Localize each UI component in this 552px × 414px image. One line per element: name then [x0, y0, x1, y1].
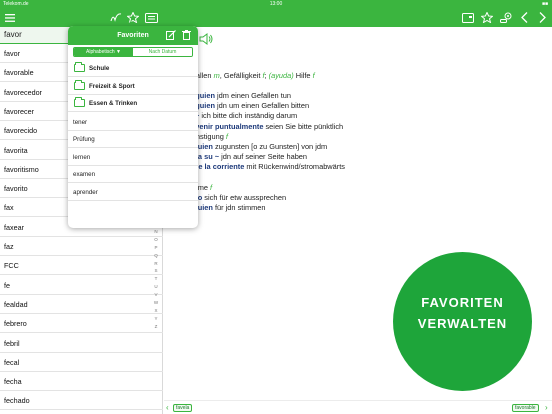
- alphabet-index-letter[interactable]: S: [152, 267, 160, 275]
- translation-text: zugunsten [o zu Gunsten] von jdm: [212, 142, 328, 151]
- settings-icon[interactable]: [499, 11, 513, 24]
- window-icon[interactable]: [461, 11, 475, 24]
- word-list-item[interactable]: faz: [0, 237, 163, 256]
- translation-text: für jdn stimmen: [212, 203, 266, 212]
- sort-segmented-control: Alphabetisch ▼ Nach Datum: [73, 47, 193, 57]
- search-input-value: favor: [4, 30, 22, 39]
- trash-icon[interactable]: [181, 29, 192, 41]
- alphabet-index-letter[interactable]: N: [152, 228, 160, 236]
- favorite-word-item[interactable]: tener: [68, 114, 198, 131]
- favorite-word-label: lernen: [73, 153, 91, 161]
- folder-label: Freizeit & Sport: [89, 82, 135, 90]
- star-outline-icon[interactable]: [480, 11, 494, 24]
- grammar-tag: f: [210, 183, 213, 192]
- favorites-folder[interactable]: Schule: [68, 60, 198, 77]
- usage-label: (ayuda): [268, 71, 294, 80]
- cta-line-1: FAVORITEN: [421, 295, 504, 310]
- alphabet-index[interactable]: MNOPQRSTUVWXYZ: [152, 220, 160, 331]
- favorite-word-label: Prüfung: [73, 136, 95, 144]
- translation-text: sich für etw aussprechen: [202, 193, 287, 202]
- translation-text: jdn um einen Gefallen bitten: [214, 101, 310, 110]
- translation-text: jdn auf seiner Seite haben: [219, 152, 308, 161]
- favorite-word-item[interactable]: lernen: [68, 149, 198, 166]
- translation-text: , Gefälligkeit: [219, 71, 263, 80]
- back-icon[interactable]: [519, 11, 529, 24]
- menu-icon[interactable]: [4, 11, 16, 24]
- bottom-navigation: ‹ favela favorable ›: [164, 400, 552, 414]
- alphabet-index-letter[interactable]: U: [152, 283, 160, 291]
- alphabet-index-letter[interactable]: O: [152, 236, 160, 244]
- word-list-item[interactable]: fecha: [0, 372, 163, 392]
- alphabet-index-letter[interactable]: Y: [152, 315, 160, 323]
- previous-entry-button[interactable]: favela: [173, 404, 193, 412]
- handwriting-icon[interactable]: [109, 11, 123, 24]
- favorites-folder[interactable]: Freizeit & Sport: [68, 78, 198, 95]
- favorite-word-label: aprender: [73, 188, 98, 196]
- popover-header: Favoriten: [68, 26, 198, 45]
- keyboard-icon[interactable]: [144, 11, 159, 24]
- clock: 13:00: [269, 1, 283, 7]
- status-bar: Telekom.de 13:00 ■■: [0, 0, 552, 8]
- favorite-word-item[interactable]: Prüfung: [68, 131, 198, 149]
- alphabet-index-letter[interactable]: P: [152, 244, 160, 252]
- sort-alphabetical-button[interactable]: Alphabetisch ▼: [74, 48, 133, 56]
- favorites-popover: Favoriten Alphabetisch ▼ Nach Datum Schu…: [68, 26, 198, 228]
- folder-icon: [74, 79, 85, 90]
- cta-line-2: VERWALTEN: [417, 316, 508, 331]
- chevron-right-icon[interactable]: ›: [545, 403, 548, 412]
- folder-icon: [74, 62, 85, 72]
- app-window: Telekom.de 13:00 ■■ favor favor favorabl…: [0, 0, 552, 414]
- translation-text: jdm einen Gefallen tun: [214, 91, 291, 100]
- folder-label: Essen & Trinken: [89, 100, 138, 107]
- edit-icon[interactable]: [165, 29, 176, 41]
- word-list-item[interactable]: FCC: [0, 256, 163, 276]
- alphabet-index-letter[interactable]: R: [152, 260, 160, 268]
- forward-icon[interactable]: [537, 11, 547, 24]
- alphabet-index-letter[interactable]: Z: [152, 323, 160, 331]
- favorite-word-label: tener: [73, 118, 88, 126]
- folder-icon: [74, 97, 85, 107]
- alphabet-index-letter[interactable]: T: [152, 275, 160, 283]
- alphabet-index-letter[interactable]: X: [152, 307, 160, 315]
- folder-label: Schule: [89, 65, 110, 72]
- translation-text: ich bitte dich inständig darum: [199, 111, 298, 120]
- favorite-word-item[interactable]: aprender: [68, 184, 198, 201]
- popover-title: Favoriten: [117, 32, 149, 39]
- word-list-item[interactable]: fealdad: [0, 295, 163, 314]
- translation-text: Hilfe: [293, 71, 313, 80]
- alphabet-index-letter[interactable]: Q: [152, 252, 160, 260]
- favorite-word-label: examen: [73, 171, 96, 179]
- favorites-folder[interactable]: Essen & Trinken: [68, 95, 198, 112]
- word-list-item[interactable]: febrero: [0, 314, 163, 334]
- next-entry-button[interactable]: favorable: [512, 404, 539, 412]
- chevron-left-icon[interactable]: ‹: [166, 403, 169, 412]
- speaker-icon[interactable]: [198, 31, 214, 47]
- sort-by-date-button[interactable]: Nach Datum: [133, 48, 192, 56]
- grammar-tag: f: [225, 132, 228, 141]
- favorite-word-item[interactable]: examen: [68, 166, 198, 184]
- translation-text: seien Sie bitte pünktlich: [263, 122, 344, 131]
- word-list-item[interactable]: febril: [0, 334, 163, 353]
- word-list-item[interactable]: fechado: [0, 391, 163, 411]
- grammar-tag: f: [312, 71, 315, 80]
- word-list-item[interactable]: fecal: [0, 353, 163, 372]
- top-toolbar: Telekom.de 13:00 ■■: [0, 0, 552, 27]
- translation-text: mit Rückenwind/stromabwärts: [244, 162, 345, 171]
- alphabet-index-letter[interactable]: W: [152, 299, 160, 307]
- word-list-item[interactable]: fe: [0, 276, 163, 295]
- alphabet-index-letter[interactable]: V: [152, 291, 160, 299]
- battery-icon: ■■: [541, 1, 548, 7]
- manage-favorites-button[interactable]: FAVORITEN VERWALTEN: [393, 252, 532, 391]
